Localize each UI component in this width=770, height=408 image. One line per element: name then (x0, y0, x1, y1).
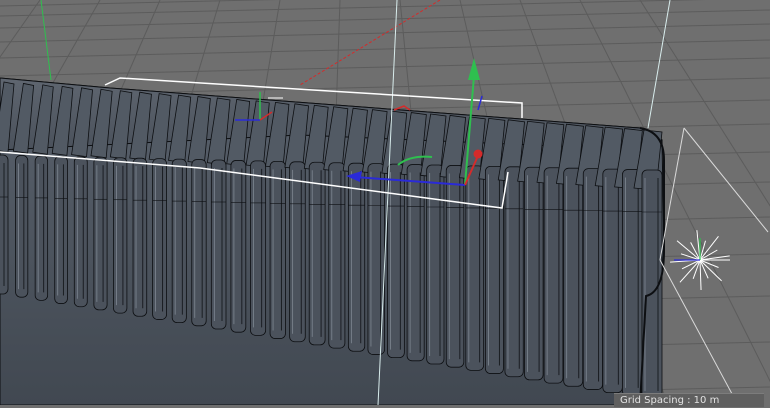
segmented-object[interactable] (0, 77, 665, 405)
3d-viewport[interactable] (0, 0, 770, 405)
